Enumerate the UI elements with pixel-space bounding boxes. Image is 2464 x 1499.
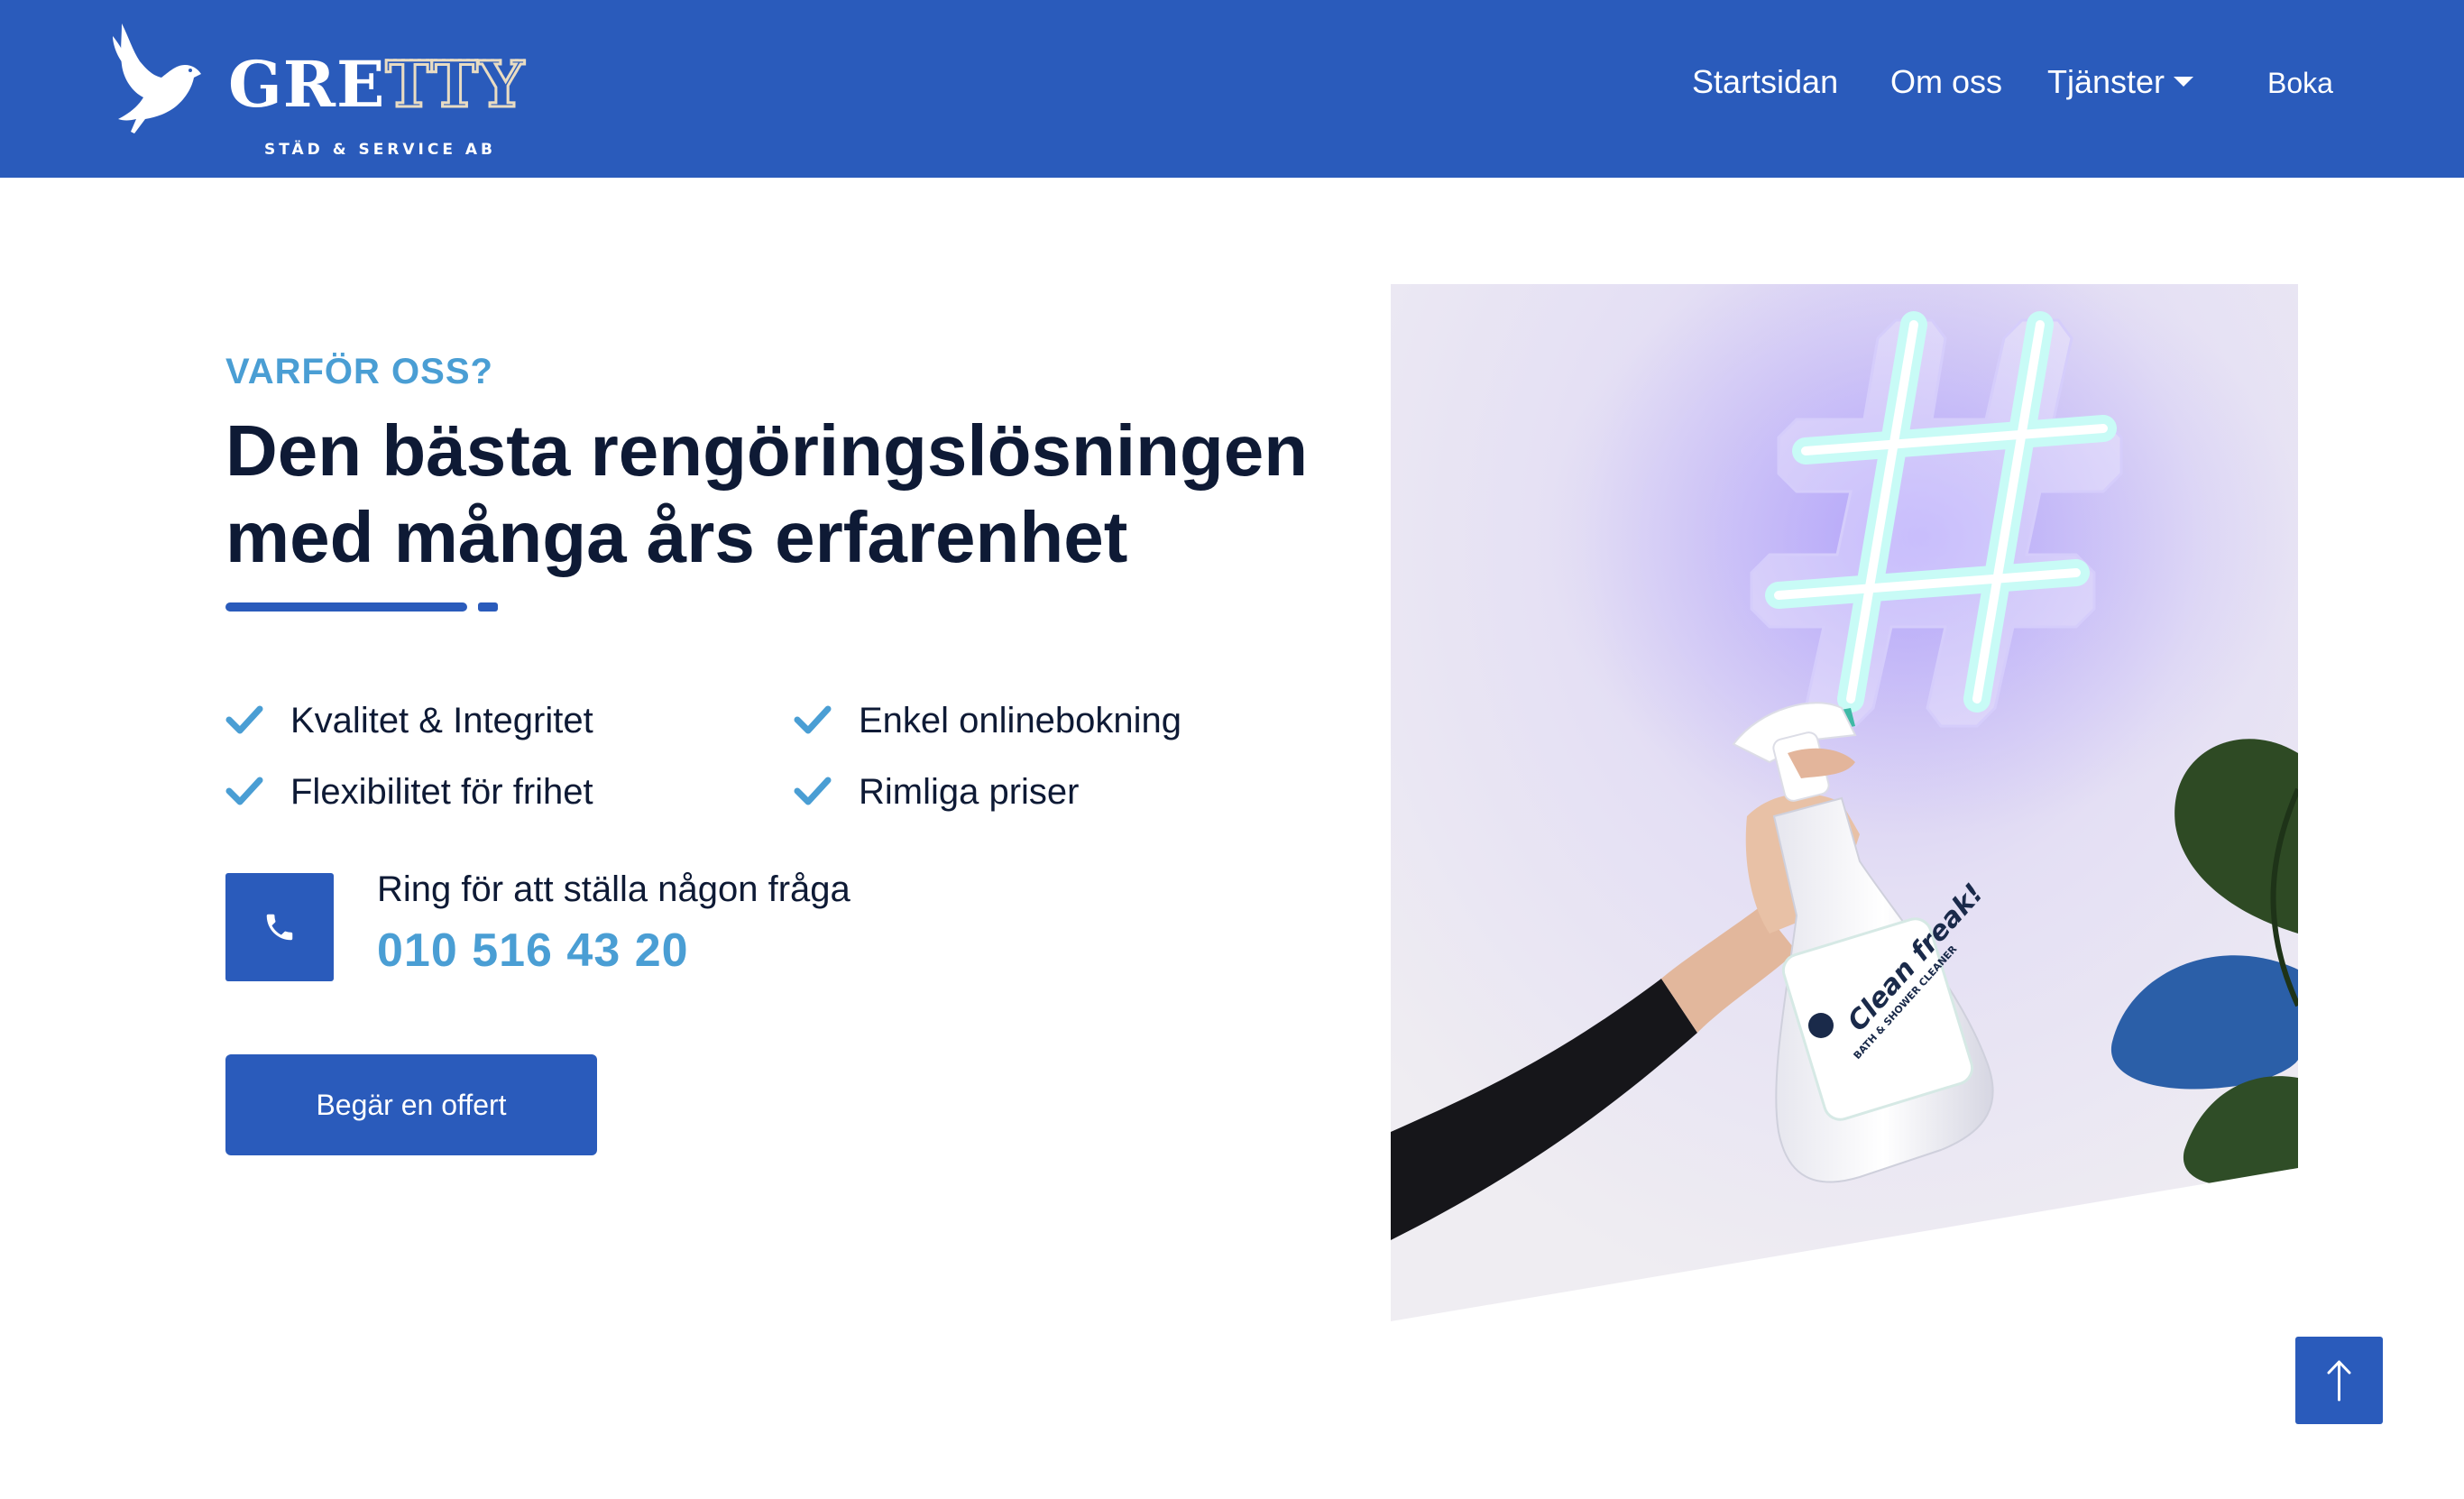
phone-icon	[266, 914, 293, 941]
nav-link-services-label: Tjänster	[2047, 63, 2165, 100]
hero-image: Clean freak! BATH & SHOWER CLEANER	[1391, 284, 2298, 1321]
nav-link-about[interactable]: Om oss	[1890, 63, 2002, 101]
feature-label: Rimliga priser	[859, 772, 1080, 812]
chevron-down-icon	[2174, 77, 2194, 87]
section-eyebrow: VARFÖR OSS?	[225, 352, 493, 391]
nav-link-book[interactable]: Boka	[2267, 67, 2333, 100]
feature-label: Enkel onlinebokning	[859, 701, 1182, 740]
underline-bar	[225, 602, 467, 612]
phone-icon-box[interactable]	[225, 873, 334, 981]
page: GRETTY STÄD & SERVICE AB Startsidan Om o…	[0, 0, 2464, 1499]
logo-tagline: STÄD & SERVICE AB	[264, 141, 497, 159]
phone-number-link[interactable]: 010 516 43 20	[377, 924, 689, 978]
check-icon	[225, 705, 263, 734]
call-prompt: Ring för att ställa någon fråga	[377, 869, 850, 909]
hero-photo: Clean freak! BATH & SHOWER CLEANER	[1391, 284, 2298, 1321]
check-icon	[225, 777, 263, 805]
check-icon	[794, 705, 832, 734]
headline-line-1: Den bästa rengöringslösningen	[225, 410, 1309, 491]
site-header: GRETTY STÄD & SERVICE AB Startsidan Om o…	[0, 0, 2464, 178]
headline-line-2: med många års erfarenhet	[225, 497, 1128, 577]
nav-link-services[interactable]: Tjänster	[2047, 63, 2194, 101]
check-icon	[794, 777, 832, 805]
request-quote-button[interactable]: Begär en offert	[225, 1054, 597, 1155]
main-nav: Startsidan Om oss Tjänster Boka	[0, 63, 2464, 114]
underline-dot	[478, 602, 498, 612]
feature-label: Kvalitet & Integritet	[290, 701, 593, 740]
feature-label: Flexibilitet för frihet	[290, 772, 593, 812]
arrow-up-icon	[2327, 1360, 2351, 1402]
back-to-top-button[interactable]	[2295, 1337, 2383, 1424]
nav-link-home[interactable]: Startsidan	[1692, 63, 1838, 101]
section-headline: Den bästa rengöringslösningen med många …	[225, 408, 1398, 581]
